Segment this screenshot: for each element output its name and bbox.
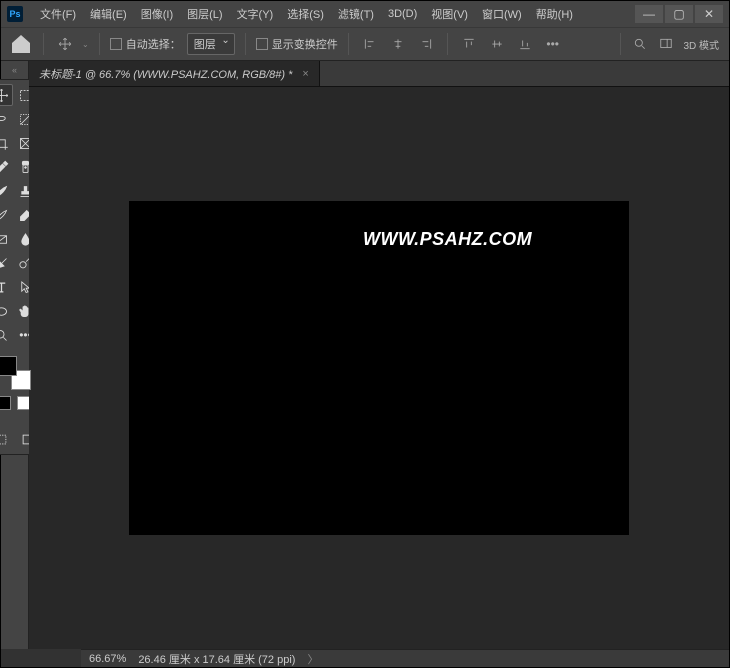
options-bar: ⌄ 自动选择： 图层 显示变换控件 ••• 3D 模式 <box>1 27 729 61</box>
menu-edit[interactable]: 编辑(E) <box>83 2 134 26</box>
brush-tool[interactable] <box>0 180 13 202</box>
align-vcenter-icon[interactable] <box>486 33 508 55</box>
foreground-color[interactable] <box>0 356 17 376</box>
document-tabs: 未标题-1 @ 66.7% (WWW.PSAHZ.COM, RGB/8#) * … <box>29 61 729 87</box>
app-logo: Ps <box>7 6 23 22</box>
move-tool[interactable] <box>0 84 13 106</box>
zoom-tool[interactable] <box>0 324 13 346</box>
canvas-viewport[interactable]: WWW.PSAHZ.COM <box>29 87 729 649</box>
align-hcenter-icon[interactable] <box>387 33 409 55</box>
align-right-icon[interactable] <box>415 33 437 55</box>
show-transform-checkbox[interactable]: 显示变换控件 <box>256 36 338 52</box>
menu-filter[interactable]: 滤镜(T) <box>331 2 381 26</box>
status-bar: 66.67% 26.46 厘米 x 17.64 厘米 (72 ppi) 〉 <box>81 649 729 667</box>
menu-layer[interactable]: 图层(L) <box>180 2 229 26</box>
shape-tool[interactable] <box>0 300 13 322</box>
maximize-button[interactable]: ▢ <box>665 5 693 23</box>
document-dimensions: 26.46 厘米 x 17.64 厘米 (72 ppi) <box>138 651 295 667</box>
auto-select-dropdown[interactable]: 图层 <box>187 33 235 55</box>
document-tab[interactable]: 未标题-1 @ 66.7% (WWW.PSAHZ.COM, RGB/8#) * … <box>29 61 320 86</box>
align-top-icon[interactable] <box>458 33 480 55</box>
move-tool-icon <box>54 33 76 55</box>
menu-window[interactable]: 窗口(W) <box>475 2 529 26</box>
menu-type[interactable]: 文字(Y) <box>230 2 281 26</box>
menu-select[interactable]: 选择(S) <box>280 2 331 26</box>
menu-file[interactable]: 文件(F) <box>33 2 83 26</box>
collapse-icon[interactable]: « <box>12 65 17 75</box>
type-tool[interactable] <box>0 276 13 298</box>
workspace-icon[interactable] <box>655 33 677 55</box>
auto-select-checkbox[interactable]: 自动选择： <box>110 36 181 52</box>
close-button[interactable]: ✕ <box>695 5 723 23</box>
gradient-tool[interactable] <box>0 228 13 250</box>
align-left-icon[interactable] <box>359 33 381 55</box>
history-brush-tool[interactable] <box>0 204 13 226</box>
lasso-tool[interactable] <box>0 108 13 130</box>
menu-3d[interactable]: 3D(D) <box>381 4 424 24</box>
status-more-icon[interactable]: 〉 <box>307 651 318 667</box>
menu-view[interactable]: 视图(V) <box>424 2 475 26</box>
search-icon[interactable] <box>629 33 651 55</box>
menu-image[interactable]: 图像(I) <box>134 2 180 26</box>
zoom-level[interactable]: 66.67% <box>89 653 126 665</box>
more-align-icon[interactable]: ••• <box>542 33 564 55</box>
tool-panel: « ••• <box>1 61 29 649</box>
home-button[interactable] <box>9 32 33 56</box>
align-bottom-icon[interactable] <box>514 33 536 55</box>
mode-3d-button[interactable]: 3D 模式 <box>681 37 721 52</box>
canvas: WWW.PSAHZ.COM <box>129 201 629 535</box>
pen-tool[interactable] <box>0 252 13 274</box>
menu-help[interactable]: 帮助(H) <box>529 2 580 26</box>
canvas-text-layer: WWW.PSAHZ.COM <box>363 229 532 250</box>
crop-tool[interactable] <box>0 132 13 154</box>
title-bar: Ps 文件(F) 编辑(E) 图像(I) 图层(L) 文字(Y) 选择(S) 滤… <box>1 1 729 27</box>
minimize-button[interactable]: — <box>635 5 663 23</box>
tab-close-icon[interactable]: × <box>302 68 308 80</box>
extra-tool-1[interactable] <box>0 428 12 450</box>
eyedropper-tool[interactable] <box>0 156 13 178</box>
color-swatches[interactable] <box>0 356 31 390</box>
tab-title: 未标题-1 @ 66.7% (WWW.PSAHZ.COM, RGB/8#) * <box>39 66 292 82</box>
quick-mask-icon[interactable] <box>0 396 11 410</box>
